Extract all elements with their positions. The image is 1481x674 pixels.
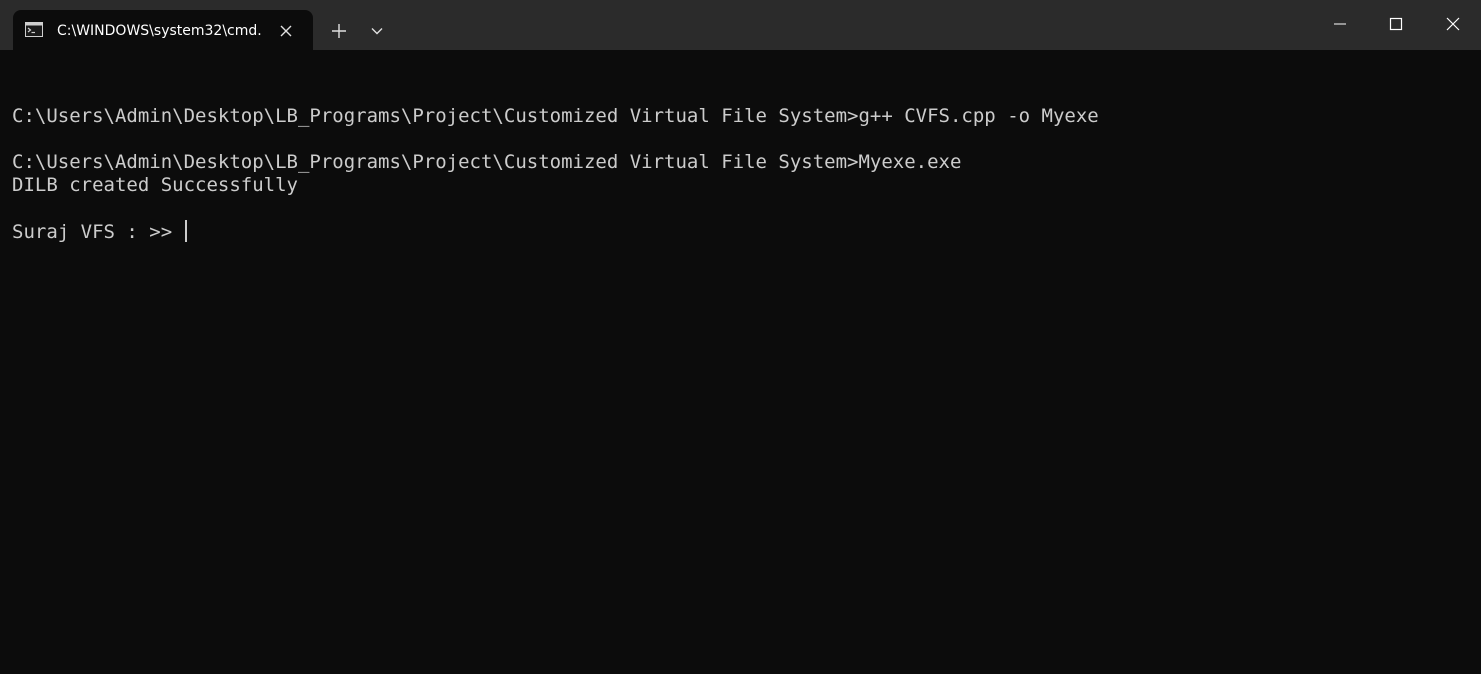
terminal-window: C:\WINDOWS\system32\cmd. C:\Users\Admin\… bbox=[0, 0, 1481, 674]
close-icon[interactable] bbox=[275, 20, 297, 42]
cmd-icon bbox=[25, 22, 43, 37]
close-window-icon[interactable] bbox=[1425, 0, 1481, 48]
minimize-icon[interactable] bbox=[1312, 0, 1368, 48]
prompt-text: Suraj VFS : >> bbox=[12, 221, 184, 243]
text-cursor bbox=[184, 220, 187, 242]
terminal-line: C:\Users\Admin\Desktop\LB_Programs\Proje… bbox=[12, 105, 1099, 127]
tab-title: C:\WINDOWS\system32\cmd. bbox=[57, 23, 262, 39]
prompt-line[interactable]: Suraj VFS : >> bbox=[12, 220, 1472, 243]
title-bar[interactable]: C:\WINDOWS\system32\cmd. bbox=[0, 0, 1481, 50]
terminal-line: C:\Users\Admin\Desktop\LB_Programs\Proje… bbox=[12, 151, 962, 173]
chevron-down-icon[interactable] bbox=[364, 18, 390, 44]
maximize-icon[interactable] bbox=[1368, 0, 1424, 48]
plus-icon[interactable] bbox=[326, 18, 352, 44]
terminal-line: DILB created Successfully bbox=[12, 174, 298, 196]
tab-cmd[interactable]: C:\WINDOWS\system32\cmd. bbox=[13, 10, 313, 50]
terminal-output[interactable]: C:\Users\Admin\Desktop\LB_Programs\Proje… bbox=[12, 82, 1472, 662]
